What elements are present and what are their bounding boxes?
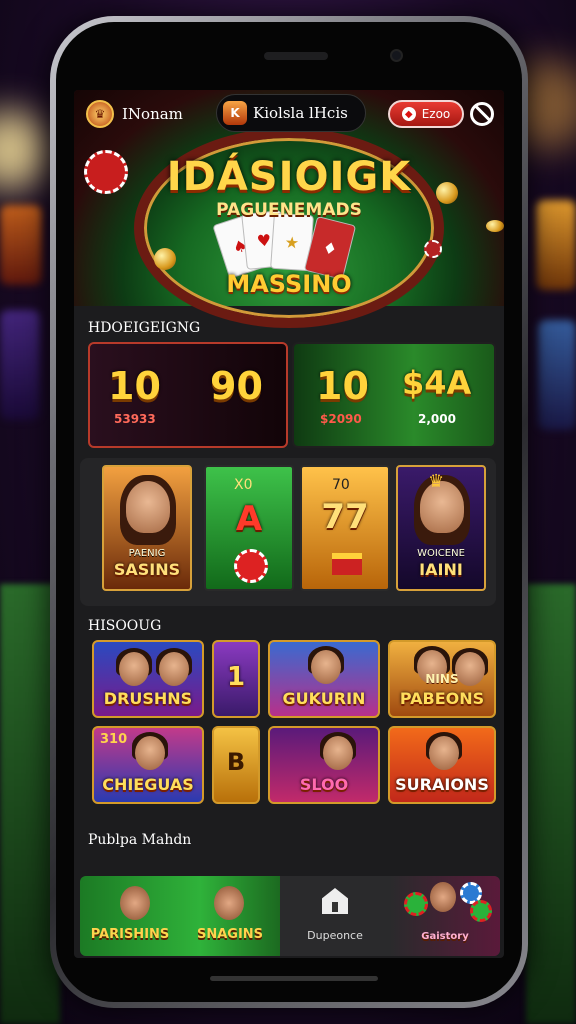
game-tile-label: SURAIONS xyxy=(395,775,489,794)
chip-icon xyxy=(404,892,428,916)
game-card-label: IAINI xyxy=(419,560,463,579)
portrait-face xyxy=(135,736,165,770)
promo-amount: 53933 xyxy=(114,412,156,426)
promo-card-1[interactable]: 10 90 53933 xyxy=(88,342,288,448)
gift-icon xyxy=(332,553,362,575)
promo-value: 90 xyxy=(210,364,263,408)
app-screen: ♠ ♥ ★ ♦ IDÁSIOIGK PAGUENEMADS MASSINO ♛ … xyxy=(74,90,504,958)
block-icon[interactable] xyxy=(470,102,494,126)
phone-frame: ♠ ♥ ★ ♦ IDÁSIOIGK PAGUENEMADS MASSINO ♛ … xyxy=(50,16,528,1008)
game-card-label: SASINS xyxy=(113,560,181,579)
game-tile[interactable]: B xyxy=(212,726,260,804)
bottom-tab-label: PARISHINS xyxy=(90,927,170,942)
game-tile[interactable]: SURAIONS xyxy=(388,726,496,804)
game-tile[interactable]: 310 CHIEGUAS xyxy=(92,726,204,804)
brand-logo-icon: ♛ xyxy=(86,100,114,128)
top-bar: ♛ INonam K Kiolsla lHcis ◆ Ezoo xyxy=(74,90,504,138)
portrait-face xyxy=(159,652,189,686)
deposit-button[interactable]: ◆ Ezoo xyxy=(388,100,464,128)
chip-icon xyxy=(470,900,492,922)
game-card[interactable]: ♛ WOICENE IAINI xyxy=(396,465,486,591)
section-title-promos: HDOEIGEIGNG xyxy=(88,320,201,336)
game-tile[interactable]: 1 xyxy=(212,640,260,718)
flame-icon: ◆ xyxy=(401,107,416,121)
game-tile-top: 310 xyxy=(100,732,128,747)
bottom-tab-label: Gaistory xyxy=(421,931,469,942)
game-tile[interactable]: SLOO xyxy=(268,726,380,804)
portrait-face xyxy=(214,886,244,920)
game-tile-label: PABEONS xyxy=(399,689,485,708)
phone-bezel: ♠ ♥ ★ ♦ IDÁSIOIGK PAGUENEMADS MASSINO ♛ … xyxy=(56,22,522,1002)
portrait-face xyxy=(311,650,341,684)
game-card[interactable]: PAENIG SASINS xyxy=(102,465,192,591)
hero-title: IDÁSIOIGK xyxy=(166,154,412,200)
front-camera xyxy=(390,49,403,62)
game-card-top: 70 xyxy=(332,477,350,493)
portrait-face xyxy=(126,481,170,533)
portrait-face xyxy=(119,652,149,686)
game-tile-label: B xyxy=(226,748,246,776)
chip-icon xyxy=(424,240,442,258)
game-card-top: X0 xyxy=(234,477,253,493)
bottom-tab[interactable]: Dupeonce xyxy=(280,876,390,956)
game-tile[interactable]: NINS PABEONS xyxy=(388,640,496,718)
promo-value: 10 xyxy=(316,364,369,408)
bottom-tab-label: Dupeonce xyxy=(307,929,363,942)
home-icon-door xyxy=(332,902,338,912)
promo-value: 10 xyxy=(108,364,161,408)
game-card-label: 77 xyxy=(321,497,369,537)
chip-icon xyxy=(234,549,268,583)
coin-icon xyxy=(154,248,176,270)
game-tile-top: NINS xyxy=(425,672,459,686)
speaker-grille xyxy=(264,52,328,60)
section-title-bottom: Publpa Mahdn xyxy=(88,832,192,848)
promo-card-2[interactable]: 10 $4A $2090 2,000 xyxy=(292,342,496,448)
game-card-sub: PAENIG xyxy=(128,548,166,559)
game-tile-label: DRUSHNS xyxy=(103,689,193,708)
portrait-face xyxy=(120,886,150,920)
game-tile-label: GUKURIN xyxy=(282,689,366,708)
hero-name: MASSINO xyxy=(226,270,352,298)
bottom-tab-label: SNAGINS xyxy=(196,927,264,942)
section-title-games: HISOOUG xyxy=(88,618,162,634)
promo-amount: $2090 xyxy=(320,412,362,426)
brand[interactable]: ♛ INonam xyxy=(86,100,183,128)
game-tile[interactable]: GUKURIN xyxy=(268,640,380,718)
game-card-sub: WOICENE xyxy=(417,548,465,559)
promo-amount: 2,000 xyxy=(418,412,456,426)
search-pill-text: Kiolsla lHcis xyxy=(253,104,348,122)
deposit-button-label: Ezoo xyxy=(421,107,451,121)
portrait-face xyxy=(323,736,353,770)
brand-name: INonam xyxy=(122,105,183,123)
game-card-label: A xyxy=(235,499,263,539)
crown-icon: ♛ xyxy=(428,471,445,492)
app-logo-icon: K xyxy=(223,101,247,125)
coin-icon xyxy=(486,220,504,232)
home-indicator[interactable] xyxy=(210,976,378,981)
game-tile-label: 1 xyxy=(226,662,246,692)
portrait-face xyxy=(430,882,456,912)
game-tile-label: SLOO xyxy=(299,775,349,794)
hero-subtitle: PAGUENEMADS xyxy=(216,200,362,220)
portrait-face xyxy=(429,736,459,770)
game-card[interactable]: 70 77 xyxy=(300,465,390,591)
search-pill[interactable]: K Kiolsla lHcis xyxy=(216,94,366,132)
game-card[interactable]: X0 A xyxy=(204,465,294,591)
game-tile-label: CHIEGUAS xyxy=(102,775,194,794)
promo-value: $4A xyxy=(402,364,472,402)
game-tile[interactable]: DRUSHNS xyxy=(92,640,204,718)
bottom-tab[interactable]: Gaistory xyxy=(390,876,500,956)
bottom-tab[interactable]: PARISHINS SNAGINS xyxy=(80,876,280,956)
bottom-promo-bar: PARISHINS SNAGINS Dupeonce Gaistory xyxy=(80,876,500,956)
